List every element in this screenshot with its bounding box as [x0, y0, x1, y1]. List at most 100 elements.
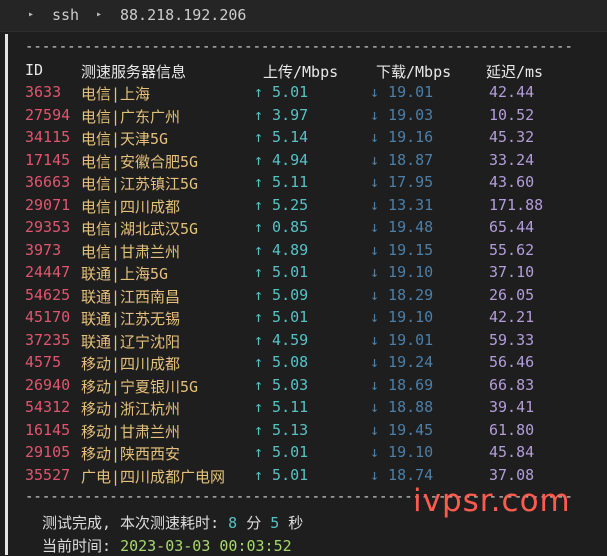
row-download: ↓ 19.01: [370, 330, 434, 349]
table-row: 45170 联通|江苏无锡 ↑ 5.01 ↓ 19.10 42.21: [0, 308, 607, 330]
table-row: 4575 移动|四川成都 ↑ 5.08 ↓ 19.24 56.46: [0, 353, 607, 375]
row-upload: ↑ 5.11: [254, 398, 309, 416]
row-download: ↓ 19.48: [370, 218, 434, 236]
row-download: ↓ 18.88: [370, 398, 434, 416]
seconds-unit: 秒: [288, 514, 304, 532]
row-latency: 10.52: [489, 105, 535, 124]
row-isp: 电信|安徽合肥5G: [81, 152, 199, 171]
row-isp: 电信|上海: [81, 85, 151, 103]
row-isp: 移动|陕西西安: [81, 445, 181, 463]
row-upload: ↑ 5.08: [254, 353, 309, 371]
header-latency: 延迟/ms: [486, 63, 544, 81]
row-id: 34115: [25, 128, 71, 146]
table-row: 37235 联通|辽宁沈阳 ↑ 4.59 ↓ 19.01 59.33: [0, 331, 607, 353]
row-upload: ↑ 5.01: [254, 308, 309, 326]
row-upload: ↑ 4.89: [254, 240, 309, 259]
row-upload: ↑ 4.94: [254, 150, 309, 169]
row-download: ↓ 19.15: [370, 240, 434, 259]
row-download: ↓ 19.16: [370, 128, 434, 146]
row-id: 35527: [25, 465, 71, 484]
current-time-label: 当前时间:: [42, 537, 112, 555]
terminal-output[interactable]: ----------------------------------------…: [0, 0, 607, 555]
row-id: 36663: [25, 173, 71, 191]
table-row: 3973 电信|甘肃兰州 ↑ 4.89 ↓ 19.15 55.62: [0, 241, 607, 263]
row-id: 29105: [25, 443, 71, 461]
row-download: ↓ 19.10: [370, 263, 434, 281]
row-latency: 61.80: [489, 420, 535, 439]
table-row: 27594 电信|广东广州 ↑ 3.97 ↓ 19.03 10.52: [0, 106, 607, 128]
row-upload: ↑ 5.01: [254, 443, 309, 461]
row-download: ↓ 19.01: [370, 83, 434, 101]
footer-current-time: 当前时间: 2023-03-03 00:03:52: [42, 535, 292, 556]
row-download: ↓ 19.10: [370, 443, 434, 461]
header-isp: 测速服务器信息: [81, 63, 187, 81]
table-row: 54625 联通|江西南昌 ↑ 5.09 ↓ 18.29 26.05: [0, 286, 607, 308]
row-isp: 移动|甘肃兰州: [81, 422, 181, 441]
row-download: ↓ 18.69: [370, 375, 434, 394]
row-download: ↓ 18.87: [370, 150, 434, 169]
row-isp: 联通|辽宁沈阳: [81, 332, 181, 351]
row-isp: 移动|四川成都: [81, 355, 181, 373]
row-upload: ↑ 5.11: [254, 173, 309, 191]
table-row: 54312 移动|浙江杭州 ↑ 5.11 ↓ 18.88 39.41: [0, 398, 607, 420]
row-upload: ↑ 5.25: [254, 195, 309, 214]
table-row: 34115 电信|天津5G ↑ 5.14 ↓ 19.16 45.32: [0, 128, 607, 150]
duration-label: 测试完成, 本次测速耗时:: [42, 514, 220, 532]
header-id: ID: [25, 61, 44, 79]
row-isp: 电信|湖北武汉5G: [81, 220, 199, 238]
row-download: ↓ 19.10: [370, 308, 434, 326]
row-latency: 42.21: [489, 308, 535, 326]
row-download: ↓ 18.74: [370, 465, 434, 484]
table-row: 26940 移动|宁夏银川5G ↑ 5.03 ↓ 18.69 66.83: [0, 376, 607, 398]
row-id: 17145: [25, 150, 71, 169]
row-latency: 65.44: [489, 218, 535, 236]
row-isp: 联通|上海5G: [81, 265, 169, 283]
row-isp: 电信|江苏镇江5G: [81, 175, 199, 193]
row-upload: ↑ 5.09: [254, 285, 309, 304]
watermark-logo: ivpsr.com: [413, 483, 571, 519]
current-time-value: 2023-03-03 00:03:52: [120, 537, 292, 555]
row-latency: 37.10: [489, 263, 535, 281]
table-row: 36663 电信|江苏镇江5G ↑ 5.11 ↓ 17.95 43.60: [0, 173, 607, 195]
table-row: 17145 电信|安徽合肥5G ↑ 4.94 ↓ 18.87 33.24: [0, 151, 607, 173]
minutes-unit: 分: [246, 514, 262, 532]
row-upload: ↑ 5.14: [254, 128, 309, 146]
row-isp: 联通|江西南昌: [81, 287, 181, 306]
row-isp: 电信|四川成都: [81, 197, 181, 216]
row-upload: ↑ 5.03: [254, 375, 309, 394]
table-row: 29071 电信|四川成都 ↑ 5.25 ↓ 13.31 171.88: [0, 196, 607, 218]
table-row: 29353 电信|湖北武汉5G ↑ 0.85 ↓ 19.48 65.44: [0, 218, 607, 240]
header-download: 下载/Mbps: [376, 63, 452, 81]
row-id: 3973: [25, 240, 62, 259]
row-upload: ↑ 5.01: [254, 83, 309, 101]
row-isp: 广电|四川成都广电网: [81, 467, 226, 486]
row-download: ↓ 13.31: [370, 195, 434, 214]
table-row: 16145 移动|甘肃兰州 ↑ 5.13 ↓ 19.45 61.80: [0, 421, 607, 443]
row-latency: 56.46: [489, 353, 535, 371]
header-upload: 上传/Mbps: [263, 63, 339, 81]
row-download: ↓ 19.45: [370, 420, 434, 439]
row-id: 54625: [25, 285, 71, 304]
row-latency: 26.05: [489, 285, 535, 304]
row-id: 24447: [25, 263, 71, 281]
row-isp: 电信|天津5G: [81, 130, 169, 148]
row-upload: ↑ 5.13: [254, 420, 309, 439]
footer-duration: 测试完成, 本次测速耗时: 8 分 5 秒: [42, 512, 303, 533]
table-row: 3633 电信|上海 ↑ 5.01 ↓ 19.01 42.44: [0, 83, 607, 105]
row-latency: 42.44: [489, 83, 535, 101]
row-id: 16145: [25, 420, 71, 439]
row-id: 29353: [25, 218, 71, 236]
row-latency: 59.33: [489, 330, 535, 349]
row-id: 27594: [25, 105, 71, 124]
row-id: 45170: [25, 308, 71, 326]
row-isp: 联通|江苏无锡: [81, 310, 181, 328]
row-isp: 移动|浙江杭州: [81, 400, 181, 418]
row-latency: 55.62: [489, 240, 535, 259]
row-id: 54312: [25, 398, 71, 416]
separator-top: ----------------------------------------…: [25, 40, 575, 54]
table-row: 24447 联通|上海5G ↑ 5.01 ↓ 19.10 37.10: [0, 263, 607, 285]
row-download: ↓ 17.95: [370, 173, 434, 191]
row-latency: 37.08: [489, 465, 535, 484]
row-id: 37235: [25, 330, 71, 349]
row-download: ↓ 18.29: [370, 285, 434, 304]
